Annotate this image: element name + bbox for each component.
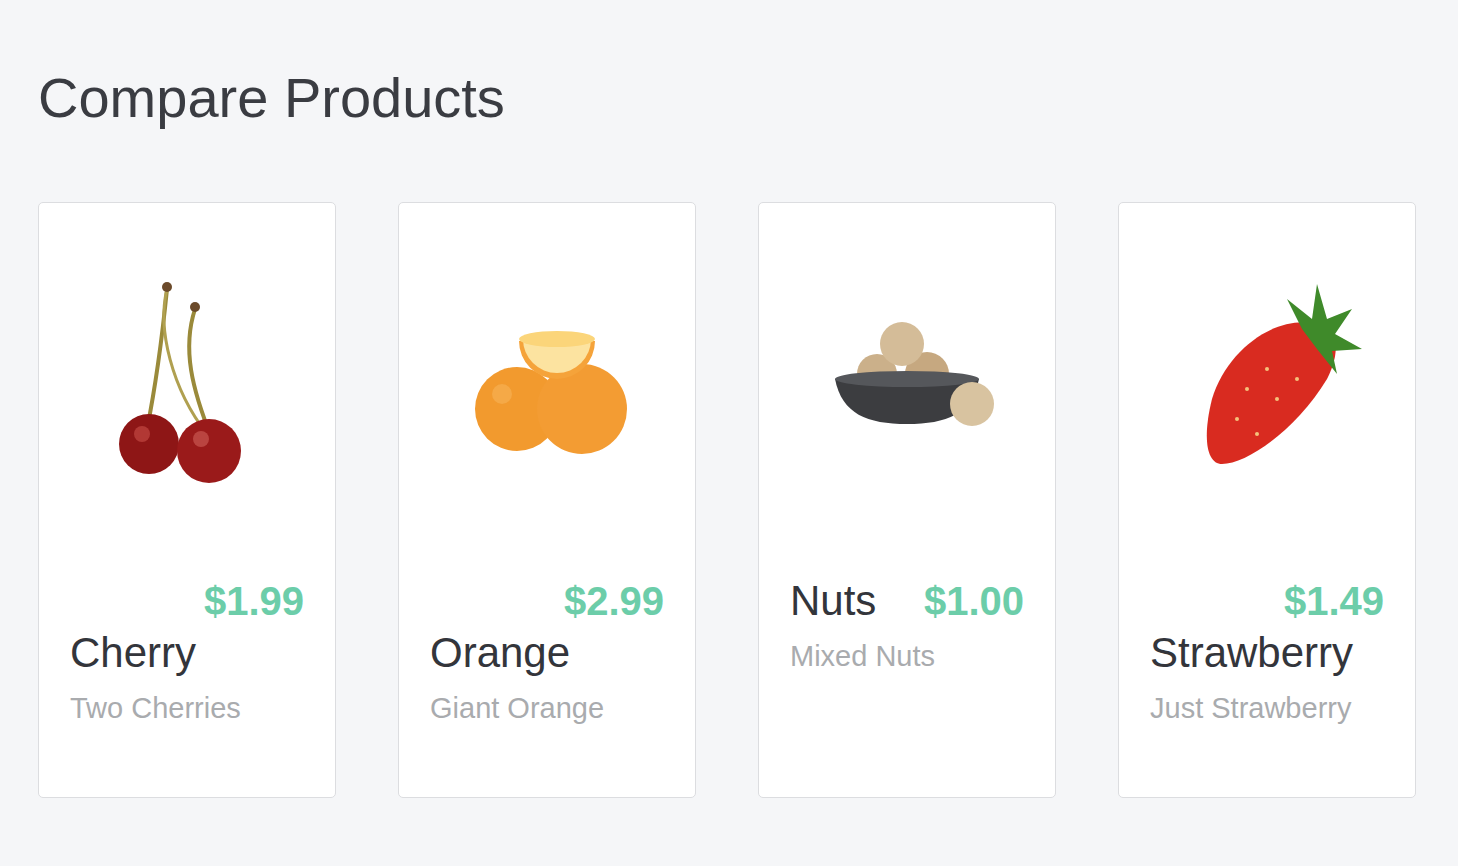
product-price: $2.99: [564, 575, 664, 627]
product-card[interactable]: $2.99OrangeGiant Orange: [398, 202, 696, 798]
product-subtitle: Mixed Nuts: [790, 638, 1024, 676]
product-subtitle: Just Strawberry: [1150, 690, 1384, 728]
product-subtitle: Two Cherries: [70, 690, 304, 728]
product-price: $1.99: [204, 575, 304, 627]
product-card[interactable]: $1.00NutsMixed Nuts: [758, 202, 1056, 798]
product-price: $1.00: [924, 575, 1024, 627]
orange-icon: [399, 203, 695, 555]
strawberry-icon: [1119, 203, 1415, 555]
product-price: $1.49: [1284, 575, 1384, 627]
nuts-icon: [759, 203, 1055, 555]
product-card[interactable]: $1.99CherryTwo Cherries: [38, 202, 336, 798]
page-title: Compare Products: [38, 64, 1420, 131]
cherry-icon: [39, 203, 335, 555]
product-grid: $1.99CherryTwo Cherries$2.99OrangeGiant …: [38, 202, 1420, 798]
product-subtitle: Giant Orange: [430, 690, 664, 728]
product-card[interactable]: $1.49StrawberryJust Strawberry: [1118, 202, 1416, 798]
